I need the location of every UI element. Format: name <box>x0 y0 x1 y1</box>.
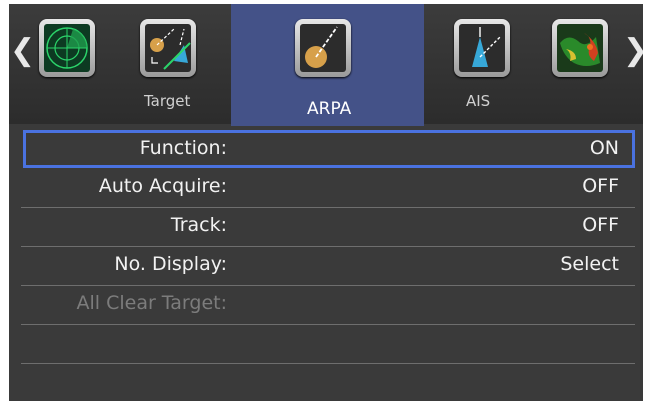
arpa-settings-panel: ❮ ❯ Target <box>9 4 643 401</box>
radar-sweep-icon <box>44 24 90 72</box>
next-tab-arrow-icon[interactable]: ❯ <box>623 36 643 66</box>
tab-arpa[interactable] <box>295 19 351 77</box>
target-tracking-icon <box>145 24 191 72</box>
arpa-vector-icon <box>300 24 346 72</box>
tab-ais-label: AIS <box>466 92 491 110</box>
menu-row-empty-2 <box>21 364 635 401</box>
tab-target[interactable] <box>140 19 196 77</box>
tab-radar[interactable] <box>39 19 95 77</box>
track-value[interactable]: OFF <box>582 214 619 236</box>
menu-row-function[interactable]: Function: ON <box>23 130 635 168</box>
function-label: Function: <box>139 137 227 159</box>
menu-row-no-display[interactable]: No. Display: Select <box>21 247 635 286</box>
weather-echo-icon <box>557 24 603 72</box>
no-display-label: No. Display: <box>114 253 227 275</box>
menu-row-track[interactable]: Track: OFF <box>21 208 635 247</box>
previous-tab-arrow-icon[interactable]: ❮ <box>10 36 35 66</box>
tab-ais[interactable] <box>454 19 510 77</box>
auto-acquire-label: Auto Acquire: <box>98 175 227 197</box>
tab-weather[interactable] <box>552 19 608 77</box>
menu-row-auto-acquire[interactable]: Auto Acquire: OFF <box>21 169 635 208</box>
menu-row-all-clear-target: All Clear Target: <box>21 286 635 325</box>
all-clear-target-label: All Clear Target: <box>76 292 227 314</box>
track-label: Track: <box>170 214 227 236</box>
auto-acquire-value[interactable]: OFF <box>582 175 619 197</box>
menu-row-empty-1 <box>21 325 635 364</box>
tab-arpa-label: ARPA <box>307 99 352 119</box>
tab-target-label: Target <box>144 92 191 110</box>
ais-vessel-icon <box>459 24 505 72</box>
no-display-value[interactable]: Select <box>560 253 619 275</box>
function-value[interactable]: ON <box>590 137 619 159</box>
tab-bar: ❮ ❯ Target <box>9 4 643 126</box>
